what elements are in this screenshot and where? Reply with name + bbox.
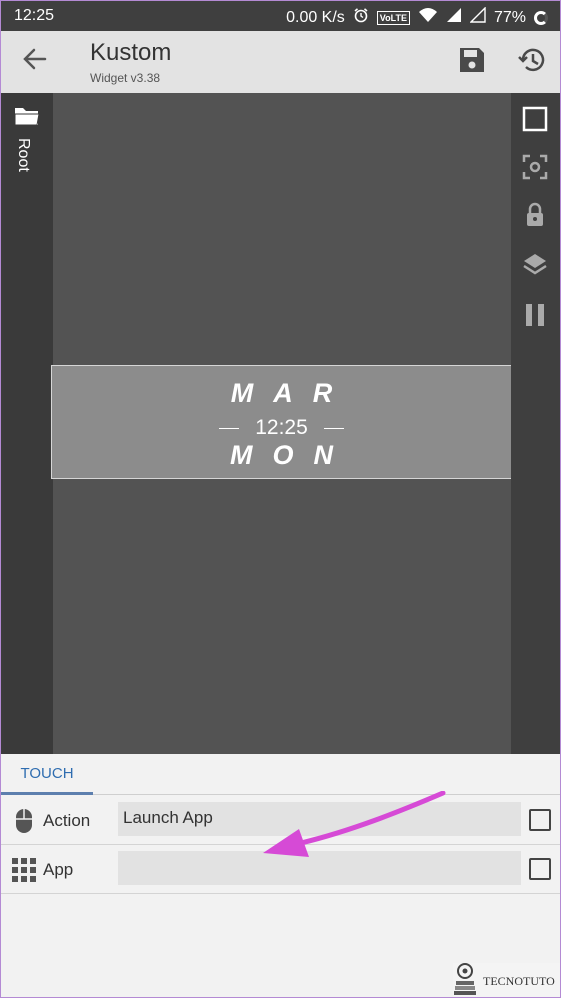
folder-icon[interactable] (14, 105, 40, 127)
save-icon[interactable] (457, 45, 487, 75)
battery-icon (534, 10, 548, 25)
preview-canvas[interactable]: MAR 12:25 MON (51, 93, 512, 754)
watermark-text: TECNOTUTO (483, 973, 555, 988)
status-bar: 12:25 0.00 K/s VoLTE 77% (1, 1, 560, 31)
back-arrow-icon[interactable] (21, 45, 49, 73)
mouse-icon (11, 808, 37, 834)
divider (323, 427, 344, 429)
status-indicators: 0.00 K/s VoLTE 77% (286, 6, 548, 28)
select-box-icon[interactable] (521, 105, 549, 133)
app-bar: Kustom Widget v3.38 (1, 31, 560, 93)
annotation-arrow-icon (263, 791, 446, 857)
pause-icon[interactable] (521, 301, 549, 329)
widget-day: MON (230, 440, 353, 470)
volte-badge: VoLTE (376, 10, 410, 25)
signal-empty-icon (469, 6, 486, 28)
editor-area: Root MAR 12:25 MON (1, 93, 560, 754)
action-checkbox[interactable] (529, 809, 551, 831)
app-checkbox[interactable] (529, 858, 551, 880)
history-icon[interactable] (517, 45, 547, 75)
page-title: Kustom (90, 39, 172, 66)
watermark: TECNOTUTO (453, 962, 560, 997)
robot-logo-icon (453, 962, 477, 997)
layers-icon[interactable] (521, 251, 549, 279)
row-label: App (43, 860, 74, 879)
divider (219, 427, 240, 429)
widget-time: 12:25 (255, 416, 308, 439)
row-label: Action (43, 811, 91, 830)
status-time: 12:25 (14, 7, 55, 24)
widget-time-row: 12:25 (52, 416, 511, 440)
lock-icon[interactable] (521, 201, 549, 229)
widget-month: MAR (230, 378, 353, 408)
focus-center-icon[interactable] (521, 153, 549, 181)
tab-bar: TOUCH (1, 754, 560, 795)
wifi-icon (418, 7, 438, 28)
widget-preview[interactable]: MAR 12:25 MON (51, 365, 512, 479)
left-rail: Root (4, 93, 53, 754)
network-speed: 0.00 K/s (286, 8, 345, 26)
battery-percent: 77% (493, 8, 526, 26)
right-rail (511, 93, 560, 754)
page-subtitle: Widget v3.38 (90, 71, 161, 85)
grid-icon (11, 857, 37, 883)
signal-full-icon (446, 7, 462, 28)
tab-touch[interactable]: TOUCH (1, 754, 93, 795)
app-window: 12:25 0.00 K/s VoLTE 77% Kustom Widget v… (0, 0, 561, 998)
root-breadcrumb[interactable]: Root (14, 138, 32, 172)
alarm-icon (353, 7, 369, 28)
